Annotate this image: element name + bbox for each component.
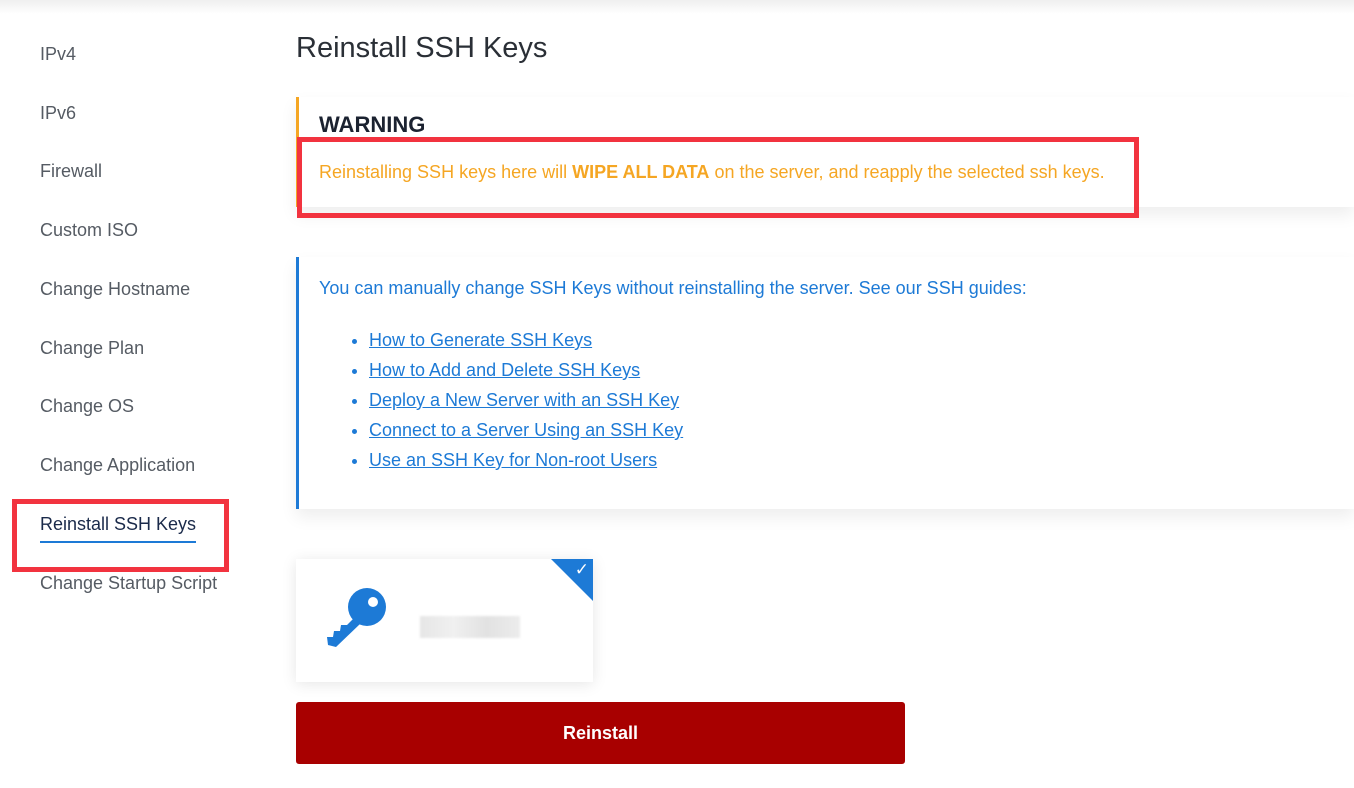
key-icon bbox=[327, 588, 386, 647]
list-item: Deploy a New Server with an SSH Key bbox=[369, 385, 683, 415]
sidebar-item-change-application[interactable]: Change Application bbox=[40, 455, 195, 476]
ssh-key-card[interactable]: ✓ bbox=[296, 559, 593, 682]
list-item: How to Generate SSH Keys bbox=[369, 325, 683, 355]
info-card: You can manually change SSH Keys without… bbox=[296, 257, 1354, 509]
guide-link-deploy-server-ssh-key[interactable]: Deploy a New Server with an SSH Key bbox=[369, 390, 679, 410]
page-title: Reinstall SSH Keys bbox=[296, 32, 548, 64]
sidebar: IPv4 IPv6 Firewall Custom ISO Change Hos… bbox=[0, 0, 260, 788]
sidebar-item-change-os[interactable]: Change OS bbox=[40, 396, 134, 417]
sidebar-item-firewall[interactable]: Firewall bbox=[40, 161, 102, 182]
sidebar-item-reinstall-ssh-keys[interactable]: Reinstall SSH Keys bbox=[40, 514, 197, 543]
sidebar-item-ipv4[interactable]: IPv4 bbox=[40, 44, 76, 65]
sidebar-item-change-hostname[interactable]: Change Hostname bbox=[40, 279, 190, 300]
warning-title: WARNING bbox=[319, 112, 426, 137]
guide-link-connect-server-ssh-key[interactable]: Connect to a Server Using an SSH Key bbox=[369, 420, 683, 440]
info-text: You can manually change SSH Keys without… bbox=[319, 278, 1027, 298]
guide-link-add-delete-ssh-keys[interactable]: How to Add and Delete SSH Keys bbox=[369, 360, 640, 380]
warning-text: Reinstalling SSH keys here will WIPE ALL… bbox=[319, 162, 1105, 183]
list-item: Connect to a Server Using an SSH Key bbox=[369, 415, 683, 445]
sidebar-item-change-startup-script[interactable]: Change Startup Script bbox=[40, 573, 217, 594]
ssh-key-name-redacted bbox=[420, 616, 520, 638]
list-item: Use an SSH Key for Non-root Users bbox=[369, 445, 683, 475]
guide-link-non-root-users[interactable]: Use an SSH Key for Non-root Users bbox=[369, 450, 657, 470]
warning-text-before: Reinstalling SSH keys here will bbox=[319, 162, 573, 182]
reinstall-button[interactable]: Reinstall bbox=[296, 702, 905, 764]
list-item: How to Add and Delete SSH Keys bbox=[369, 355, 683, 385]
warning-card: WARNING Reinstalling SSH keys here will … bbox=[296, 97, 1354, 207]
checkmark-icon: ✓ bbox=[574, 560, 589, 579]
sidebar-item-ipv6[interactable]: IPv6 bbox=[40, 103, 76, 124]
guide-link-generate-ssh-keys[interactable]: How to Generate SSH Keys bbox=[369, 330, 592, 350]
sidebar-item-custom-iso[interactable]: Custom ISO bbox=[40, 220, 138, 241]
warning-text-bold: WIPE ALL DATA bbox=[572, 162, 710, 182]
warning-text-after: on the server, and reapply the selected … bbox=[709, 162, 1105, 182]
sidebar-item-change-plan[interactable]: Change Plan bbox=[40, 338, 144, 359]
guide-list: How to Generate SSH Keys How to Add and … bbox=[349, 325, 683, 475]
